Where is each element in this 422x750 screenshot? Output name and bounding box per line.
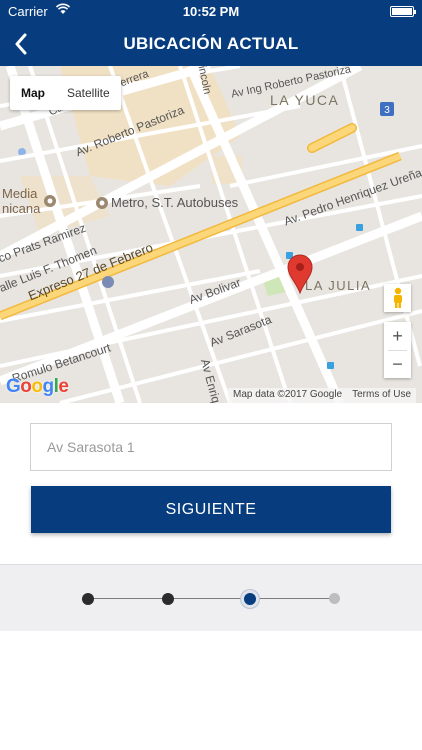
street-view-button[interactable] <box>384 284 411 312</box>
nav-bar: UBICACIÓN ACTUAL <box>0 22 422 66</box>
location-pin-icon[interactable] <box>287 254 313 294</box>
step-1-dot <box>82 593 94 605</box>
map-type-map[interactable]: Map <box>10 76 56 110</box>
clock: 10:52 PM <box>182 4 240 19</box>
map-label-media: Media <box>2 186 38 201</box>
next-button[interactable]: SIGUIENTE <box>31 486 391 533</box>
progress-stepper <box>0 564 422 631</box>
stepper-line <box>88 598 334 599</box>
map-data-label: Map data ©2017 Google <box>233 389 343 400</box>
address-input[interactable] <box>30 423 392 471</box>
pegman-icon <box>393 287 402 308</box>
step-3-dot <box>241 590 259 608</box>
top-bar: Carrier 10:52 PM UBICACIÓN ACTUAL <box>0 0 422 66</box>
map-label-la-yuca: LA YUCA <box>270 92 340 108</box>
map-type-control: Map Satellite <box>10 76 121 110</box>
zoom-divider <box>388 350 407 351</box>
map-view[interactable]: 3 Herrera Ca incoln Av Ing Roberto Pasto… <box>0 66 422 403</box>
app-root: Carrier 10:52 PM UBICACIÓN ACTUAL 3 Herr… <box>0 0 422 750</box>
map-label-nicana: nicana <box>2 201 41 216</box>
zoom-control: + − <box>384 322 411 378</box>
step-4-dot <box>329 593 340 604</box>
status-bar: Carrier 10:52 PM <box>0 0 422 22</box>
map-label-la-julia: LA JULIA <box>305 278 372 293</box>
zoom-out-button[interactable]: − <box>384 350 411 378</box>
battery-icon <box>390 6 416 17</box>
google-logo: Google <box>6 376 69 397</box>
map-attribution: Map data ©2017 Google Terms of Use <box>228 388 417 403</box>
step-2-dot <box>162 593 174 605</box>
highway-badge: 3 <box>384 105 390 116</box>
map-label-metro: Metro, S.T. Autobuses <box>111 195 239 210</box>
page-title: UBICACIÓN ACTUAL <box>123 34 299 53</box>
map-type-satellite[interactable]: Satellite <box>56 76 121 110</box>
zoom-in-button[interactable]: + <box>384 322 411 350</box>
terms-of-use-link[interactable]: Terms of Use <box>352 389 411 402</box>
